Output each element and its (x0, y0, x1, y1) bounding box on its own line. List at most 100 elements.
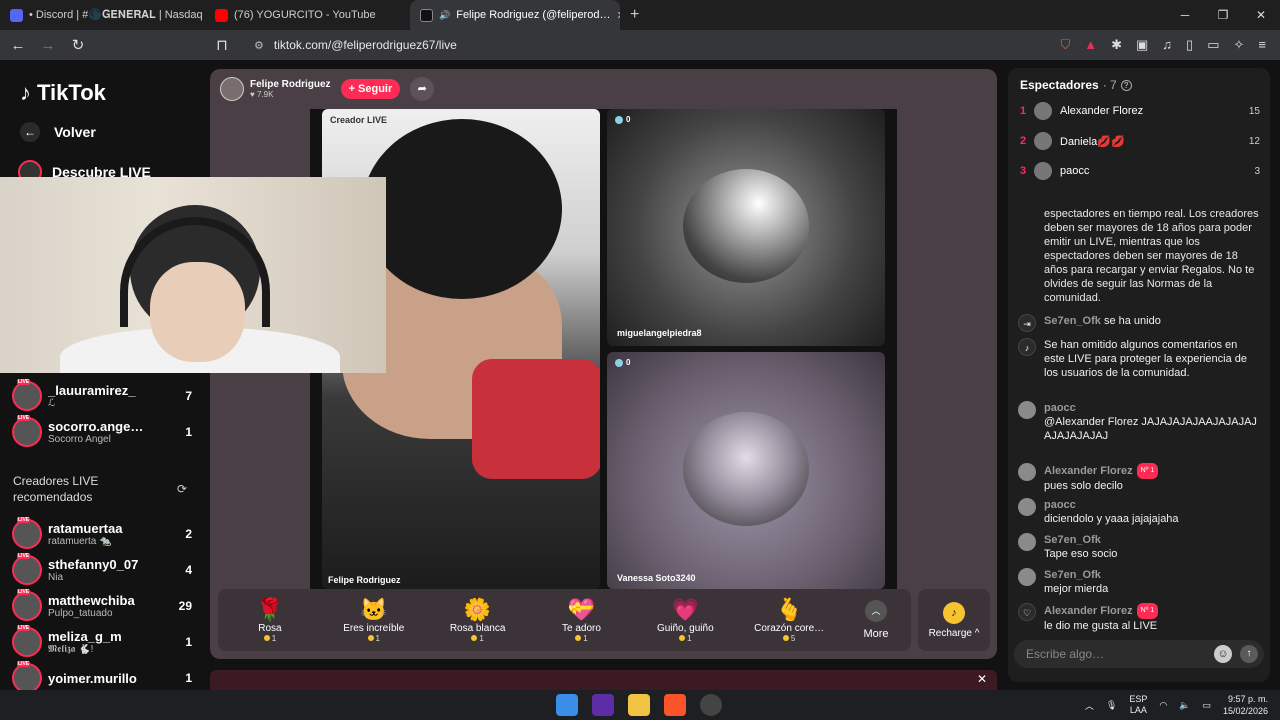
chat-message: Alexander Florez Nº 1 pues solo decilo (1018, 463, 1260, 493)
tiktok-logo[interactable]: ♪ TikTok (20, 80, 106, 106)
guest-video-1[interactable]: 0 miguelangelpiedra8 (607, 109, 885, 346)
recharge-button[interactable]: ♪ Recharge ^ (918, 589, 990, 651)
viewer-count: 1 (185, 425, 192, 439)
tab-label: Felipe Rodriguez (@feliperod… (456, 9, 611, 21)
volume-icon[interactable]: 🔈 (1179, 700, 1190, 711)
gift-item[interactable]: 🐱 Eres increíble 1 (322, 597, 426, 643)
sidebar-item-live[interactable]: yoimer.murillo 1 (12, 661, 192, 690)
obs-icon[interactable] (700, 694, 722, 716)
leo-icon[interactable]: ✧ (1234, 37, 1245, 53)
close-window-button[interactable]: ✕ (1242, 0, 1280, 30)
extensions-icon[interactable]: ✱ (1111, 37, 1122, 53)
url-text[interactable]: tiktok.com/@feliperodriguez67/live (274, 38, 457, 52)
ranking-row[interactable]: 1 Alexander Florez 15 (1020, 102, 1260, 120)
media-icon[interactable]: ♫ (1162, 37, 1172, 53)
gift-item[interactable]: 🫰 Corazón core… 5 (737, 597, 841, 643)
sidebar-item-live[interactable]: socorro.ange…Socorro Angel 1 (12, 415, 192, 447)
language-indicator[interactable]: ESP LAA (1129, 694, 1147, 716)
gift-item[interactable]: 💝 Te adoro 1 (530, 597, 634, 643)
chevron-up-icon[interactable]: ︿ (1085, 699, 1094, 712)
windows-start-icon[interactable] (556, 694, 578, 716)
viewer-count: 29 (178, 599, 192, 613)
sidebar: ♪ TikTok ← Volver Descubre LIVE _lauuram… (0, 60, 205, 690)
sidebar-item-live[interactable]: ratamuertaaratamuerta 🐀 2 (12, 517, 192, 549)
more-label: More (863, 628, 889, 640)
send-icon[interactable]: ↑ (1240, 645, 1258, 663)
help-icon[interactable]: ? (1120, 79, 1132, 91)
viewer-count: 7 (185, 389, 192, 403)
chat-text: diciendolo y yaaa jajajajaha (1044, 513, 1179, 525)
sidebar-toggle-icon[interactable]: ▯ (1186, 37, 1193, 53)
forward-button[interactable]: → (36, 37, 60, 54)
menu-icon[interactable]: ≡ (1258, 37, 1266, 53)
chat-username[interactable]: Alexander Florez (1044, 465, 1133, 477)
avatar (1018, 498, 1036, 516)
chat-username[interactable]: Se7en_Ofk (1044, 533, 1117, 547)
gift-item[interactable]: 🌼 Rosa blanca 1 (426, 597, 530, 643)
guest-video-2[interactable]: 0 Vanessa Soto3240 (607, 352, 885, 589)
address-bar[interactable]: ⚙ tiktok.com/@feliperodriguez67/live (254, 33, 1024, 57)
back-link[interactable]: ← Volver (20, 122, 96, 142)
back-button[interactable]: ← (6, 37, 30, 54)
sidebar-item-live[interactable]: meliza_g_m𝕸𝖊𝖑𝖎𝖟𝖆 🐇! 1 (12, 625, 192, 657)
sidebar-item-live[interactable]: sthefanny0_07Nia 4 (12, 553, 192, 585)
sidebar-item-live[interactable]: _lauuramirez_ℒ 7 (12, 379, 192, 411)
gift-item[interactable]: 🌹 Rosa 1 (218, 597, 322, 643)
microphone-icon[interactable]: 🎙 (1106, 700, 1117, 711)
brave-browser-icon[interactable] (664, 694, 686, 716)
logo-text: TikTok (37, 80, 106, 105)
creator-live-tag: Creador LIVE (330, 115, 388, 125)
chat-username[interactable]: Se7en_Ofk (1044, 568, 1108, 582)
wink-heart-icon: 💗 (671, 597, 699, 622)
app-icon[interactable] (592, 694, 614, 716)
maximize-button[interactable]: ❐ (1204, 0, 1242, 30)
chat-username[interactable]: Se7en_Ofk (1044, 315, 1101, 327)
tab-tiktok[interactable]: 🔊 Felipe Rodriguez (@feliperod… ✕ (410, 0, 620, 30)
gift-name: Rosa (258, 623, 282, 634)
sidebar-item-live[interactable]: matthewchibaPulpo_tatuado 29 (12, 589, 192, 621)
chat-text: Se han omitido algunos comentarios en es… (1044, 339, 1248, 379)
tab-discord[interactable]: • Discord | #🌑𝐆𝐄𝐍𝐄𝐑𝐀𝐋 | Nasdaq (0, 0, 205, 30)
gift-item[interactable]: 💗 Guiño, guiño 1 (633, 597, 737, 643)
reload-button[interactable]: ↻ (66, 36, 90, 54)
minimize-button[interactable]: ─ (1166, 0, 1204, 30)
battery-icon[interactable]: ▭ (1202, 700, 1211, 711)
viewer-count: 4 (185, 563, 192, 577)
chat-input[interactable] (1026, 647, 1206, 661)
file-explorer-icon[interactable] (628, 694, 650, 716)
chat-message: paocc diciendolo y yaaa jajajajaha (1018, 498, 1260, 526)
ranking-row[interactable]: 2 Daniela💋💋 12 (1020, 132, 1260, 150)
youtube-icon (215, 8, 228, 22)
close-icon[interactable]: ✕ (977, 672, 987, 686)
viewer-count: 2 (185, 527, 192, 541)
bookmark-icon[interactable]: ⊓ (210, 36, 234, 54)
chat-text: Tape eso socio (1044, 548, 1118, 560)
rewards-icon[interactable]: ▲ (1084, 37, 1097, 53)
screenshot-icon[interactable]: ▣ (1136, 37, 1148, 53)
more-gifts-button[interactable]: ︿ More (841, 600, 911, 640)
chat-username[interactable]: paocc (1044, 401, 1260, 415)
wifi-icon[interactable]: ◠ (1159, 700, 1167, 711)
wallet-icon[interactable]: ▭ (1207, 37, 1219, 53)
chat-username[interactable]: Alexander Florez (1044, 605, 1133, 617)
tab-youtube[interactable]: (76) YOGURCITO - YouTube (205, 0, 410, 30)
bottom-banner: ✕ (210, 670, 997, 690)
new-tab-button[interactable]: + (620, 6, 649, 24)
refresh-icon[interactable]: ⟳ (177, 482, 187, 496)
gift-bar: 🌹 Rosa 1 🐱 Eres increíble 1 🌼 Rosa blanca 1 💝 T… (218, 589, 911, 651)
host-name[interactable]: Felipe Rodriguez (250, 79, 331, 90)
avatar (12, 415, 42, 447)
viewers-header: Espectadores · 7 ? (1020, 78, 1132, 92)
creator-name: meliza_g_m (48, 629, 122, 644)
shield-icon[interactable]: ⛉ (1060, 37, 1070, 53)
site-settings-icon[interactable]: ⚙ (254, 39, 264, 52)
avatar (1018, 401, 1036, 419)
emoji-icon[interactable]: ☺ (1214, 645, 1232, 663)
ranking-row[interactable]: 3 paocc 3 (1020, 162, 1260, 180)
rose-icon: 🌹 (256, 597, 284, 622)
share-icon[interactable]: ➦ (410, 77, 435, 101)
chat-username[interactable]: paocc (1044, 498, 1179, 512)
follow-button[interactable]: + Seguir (340, 79, 401, 99)
host-avatar[interactable] (220, 77, 244, 101)
clock[interactable]: 9:57 p. m. 15/02/2026 (1223, 693, 1268, 717)
